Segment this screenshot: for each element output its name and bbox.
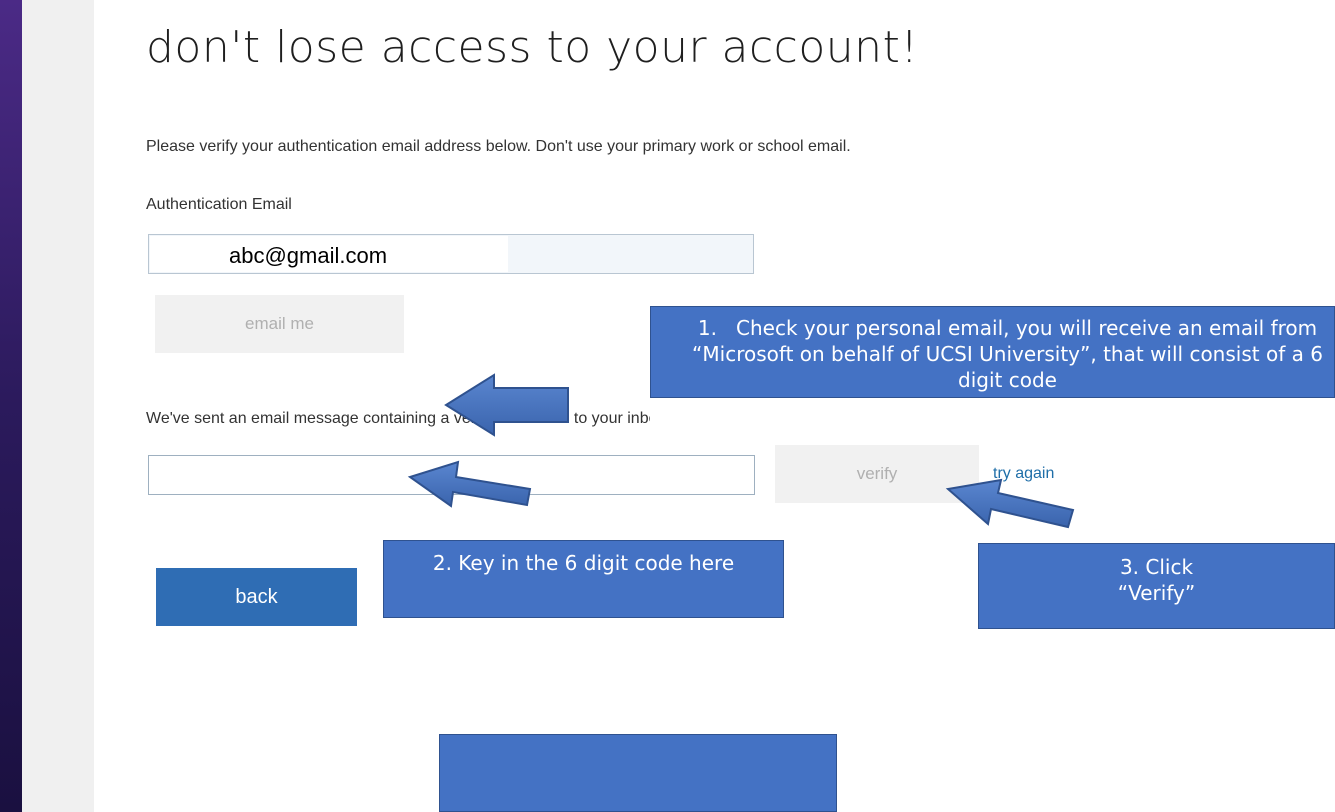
arrow-to-message-icon [444, 373, 569, 437]
arrow-to-verify-icon [945, 478, 1075, 529]
annotation-arrows [407, 373, 1075, 529]
arrow-to-code-input-icon [407, 460, 532, 508]
